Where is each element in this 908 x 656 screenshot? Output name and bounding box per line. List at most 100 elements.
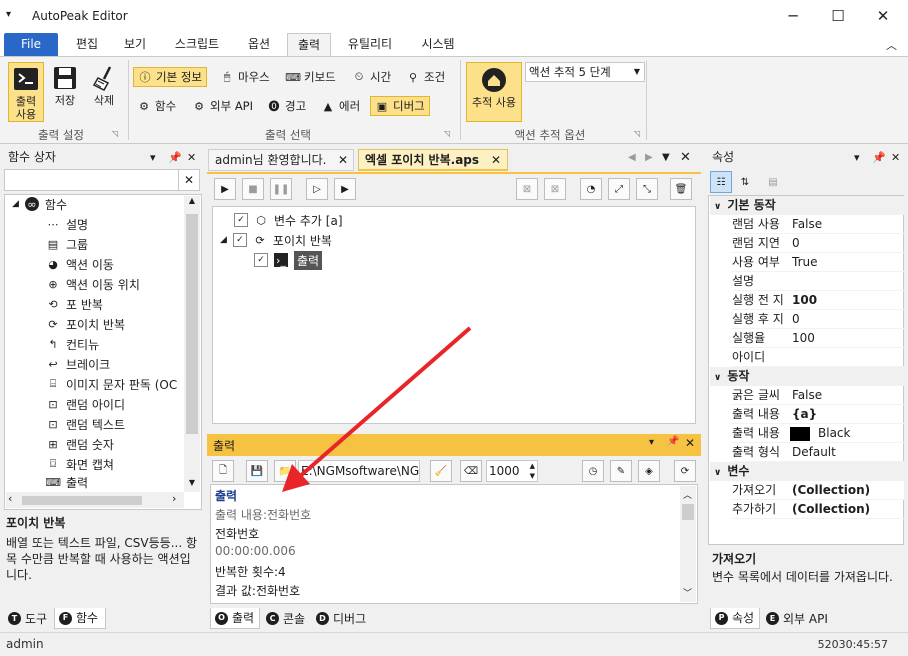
save-button[interactable]: 저장 — [48, 62, 82, 122]
collapse-icon[interactable]: ◢ — [12, 199, 19, 209]
prop-row[interactable]: 출력 내용 {a} — [732, 405, 904, 424]
prop-row[interactable]: 실행 후 지0 — [732, 310, 904, 329]
tab-file[interactable]: File — [4, 33, 58, 56]
scroll-up-icon[interactable]: ︿ — [683, 488, 692, 501]
script-node-foreach[interactable]: ◢ ✓ ⟳ 포이치 반복 — [220, 230, 332, 250]
dropdown-icon[interactable]: ▾ — [854, 148, 860, 168]
output-log-scrollbar[interactable]: ︿ ﹀ — [680, 486, 696, 602]
property-pages-button[interactable]: ▤ — [762, 171, 784, 193]
collapse-icon[interactable]: ◢ — [220, 235, 227, 245]
list-item[interactable]: ⌨ 출력 — [46, 474, 88, 491]
select-time[interactable]: ⏲ 시간 — [352, 67, 391, 87]
close-document-icon[interactable]: ✕ — [680, 150, 691, 165]
clear-search-button[interactable]: ✕ — [178, 169, 200, 191]
run-button[interactable]: ▶ — [214, 178, 236, 200]
select-basic-info[interactable]: ⓘ 기본 정보 — [133, 67, 207, 87]
list-item[interactable]: ⟲ 포 반복 — [46, 294, 103, 314]
select-external-api[interactable]: ⚙ 외부 API — [192, 96, 253, 116]
list-item[interactable]: ◕ 액션 이동 — [46, 254, 114, 274]
dropdown-icon[interactable]: ▾ — [649, 437, 654, 448]
delete-button[interactable]: 삭제 — [86, 62, 122, 122]
dialog-launcher-icon[interactable]: ◹ — [444, 129, 450, 138]
script-node-add-variable[interactable]: ✓ ⬡ 변수 추가 [a] — [234, 210, 343, 230]
tab-properties[interactable]: P 속성 — [710, 608, 760, 629]
pin-icon[interactable]: 📌 — [168, 148, 182, 168]
scroll-left-icon[interactable]: ‹ — [8, 492, 12, 505]
checkbox-checked[interactable]: ✓ — [234, 213, 248, 227]
chevron-up-icon[interactable]: ︿ — [886, 37, 897, 53]
scroll-up-icon[interactable]: ▲ — [186, 196, 198, 210]
list-item[interactable]: ⋯ 설명 — [46, 214, 89, 234]
close-panel-icon[interactable]: ✕ — [685, 436, 695, 450]
tab-tools[interactable]: T 도구 — [4, 608, 52, 629]
minimize-button[interactable]: ─ — [770, 0, 816, 32]
font-color-button[interactable]: ✎ — [610, 460, 632, 482]
tab-script[interactable]: 스크립트 — [162, 33, 232, 56]
pin-icon[interactable]: 📌 — [667, 436, 679, 447]
stepper-arrows-icon[interactable]: ▲ ▼ — [530, 461, 535, 481]
prop-row[interactable]: 랜덤 사용 False — [732, 215, 904, 234]
function-tree-scrollbar[interactable]: ▲ ▼ — [184, 196, 200, 492]
tab-view[interactable]: 보기 — [112, 33, 158, 56]
tab-edit[interactable]: 편집 — [64, 33, 110, 56]
scroll-right-icon[interactable]: › — [172, 492, 176, 505]
list-item[interactable]: ⊡ 랜덤 아이디 — [46, 394, 125, 414]
select-function[interactable]: ⚙ 함수 — [137, 96, 176, 116]
scroll-down-icon[interactable]: ▼ — [186, 478, 198, 492]
collapse-icon[interactable]: ∨ — [714, 468, 721, 478]
list-item[interactable]: ⌸ 이미지 문자 판독 (OC — [46, 374, 182, 394]
list-item[interactable]: ↩ 브레이크 — [46, 354, 110, 374]
select-keyboard[interactable]: ⌨ 키보드 — [285, 67, 336, 87]
scroll-thumb[interactable] — [682, 504, 694, 520]
tab-list-icon[interactable]: ▼ — [662, 152, 670, 163]
tab-options[interactable]: 옵션 — [236, 33, 282, 56]
prop-row[interactable]: 사용 여부 True — [732, 253, 904, 272]
collapse-icon[interactable]: ∨ — [714, 202, 721, 212]
prop-row[interactable]: 출력 형식 Default — [732, 443, 904, 462]
tab-output-log[interactable]: O 출력 — [210, 608, 260, 629]
prop-row[interactable]: 랜덤 지연 0 — [732, 234, 904, 253]
tab-external-api[interactable]: E 외부 API — [762, 608, 834, 629]
maximize-button[interactable]: ☐ — [815, 0, 861, 32]
scroll-tabs-left-icon[interactable]: ◀ — [628, 152, 636, 163]
tree-root-function[interactable]: ◢ ∞ 함수 — [12, 194, 67, 214]
prop-row[interactable]: 실행율 100 — [732, 329, 904, 348]
pause-button[interactable]: ❚❚ — [270, 178, 292, 200]
select-warning[interactable]: ⓿ 경고 — [267, 96, 307, 116]
tab-system[interactable]: 시스템 — [410, 33, 466, 56]
close-button[interactable]: ✕ — [860, 0, 906, 32]
list-item[interactable]: ⊡ 랜덤 텍스트 — [46, 414, 125, 434]
new-output-button[interactable]: 🗋 — [212, 460, 234, 482]
run-selected-button[interactable]: ▷ — [306, 178, 328, 200]
select-error[interactable]: ▲ 에러 — [321, 96, 360, 116]
close-panel-icon[interactable]: ✕ — [891, 148, 900, 168]
trace-use-button[interactable]: 추적 사용 — [466, 62, 522, 122]
close-panel-icon[interactable]: ✕ — [187, 148, 196, 168]
prop-category[interactable]: ∨ 변수 — [710, 462, 904, 481]
tab-welcome[interactable]: admin님 환영합니다. ✕ — [208, 149, 354, 171]
select-mouse[interactable]: 🖱 마우스 — [220, 67, 270, 87]
list-item[interactable]: ▤ 그룹 — [46, 234, 88, 254]
run-from-here-button[interactable]: ▶ — [334, 178, 356, 200]
select-condition[interactable]: ⚲ 조건 — [406, 67, 445, 87]
scroll-thumb[interactable] — [186, 214, 198, 434]
disable-button[interactable]: ⊠ — [516, 178, 538, 200]
pin-icon[interactable]: 📌 — [872, 148, 886, 168]
stop-button[interactable]: ■ — [242, 178, 264, 200]
max-lines-stepper[interactable]: 1000 ▲ ▼ — [486, 460, 538, 482]
tab-utility[interactable]: 유틸리티 — [338, 33, 402, 56]
remove-button[interactable]: ⊠ — [544, 178, 566, 200]
categorized-view-button[interactable]: ☷ — [710, 171, 732, 193]
expand-button[interactable]: ⤢ — [608, 178, 630, 200]
list-item[interactable]: ⊕ 액션 이동 위치 — [46, 274, 139, 294]
prop-category[interactable]: ∨ 동작 — [710, 367, 904, 386]
prop-row[interactable]: 가져오기 (Collection) — [732, 481, 904, 500]
record-button[interactable]: ◔ — [580, 178, 602, 200]
background-color-button[interactable]: ◈ — [638, 460, 660, 482]
checkbox-checked[interactable]: ✓ — [254, 253, 268, 267]
prop-row[interactable]: 실행 전 지 100 — [732, 291, 904, 310]
tab-function[interactable]: F 함수 — [54, 608, 106, 629]
prop-row[interactable]: 굵은 글씨 False — [732, 386, 904, 405]
prop-category[interactable]: ∨ 기본 동작 — [710, 196, 904, 215]
refresh-button[interactable]: ⟳ — [674, 460, 696, 482]
